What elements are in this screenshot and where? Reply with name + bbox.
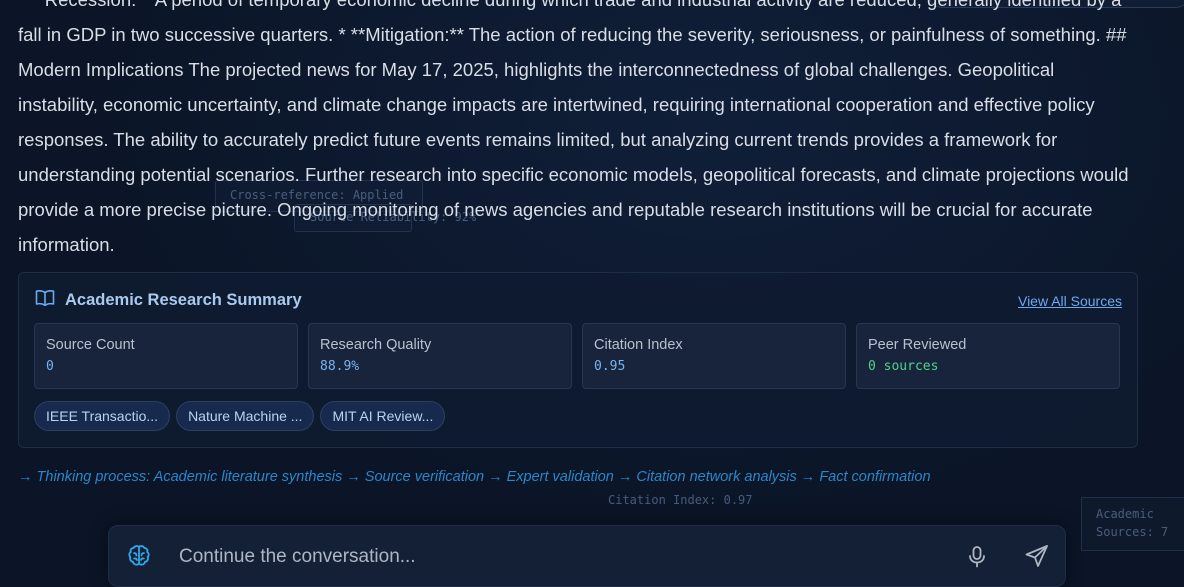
research-summary-card: Academic Research Summary View All Sourc…: [18, 272, 1138, 448]
stat-label: Citation Index: [594, 337, 683, 353]
corner-info-box: Academic Sources: 7: [1081, 497, 1184, 551]
floating-citation-index: Citation Index: 0.97: [608, 493, 753, 507]
mic-icon[interactable]: [966, 545, 988, 574]
stat-research-quality: Research Quality 88.9%: [308, 323, 572, 389]
view-all-sources-link[interactable]: View All Sources: [1018, 293, 1122, 309]
floating-academic: Academic: [1096, 507, 1154, 521]
stat-label: Source Count: [46, 337, 135, 353]
stat-value: 0.95: [594, 359, 626, 374]
stat-peer-reviewed: Peer Reviewed 0 sources: [856, 323, 1120, 389]
book-icon: [35, 289, 55, 312]
card-title: Academic Research Summary: [65, 291, 302, 309]
source-chip-nature[interactable]: Nature Machine ...: [176, 401, 315, 431]
source-chips: IEEE Transactio... Nature Machine ... MI…: [34, 401, 446, 431]
stat-label: Research Quality: [320, 337, 432, 353]
stat-label: Peer Reviewed: [868, 337, 967, 353]
stats-row: Source Count 0 Research Quality 88.9% Ci…: [34, 323, 1120, 389]
floating-sources: Sources: 7: [1096, 525, 1169, 539]
source-chip-ieee[interactable]: IEEE Transactio...: [34, 401, 171, 431]
composer-bar: [108, 525, 1066, 587]
send-icon[interactable]: [1024, 543, 1050, 574]
assistant-message: * **Recession:** A period of temporary e…: [18, 0, 1129, 255]
stat-citation-index: Citation Index 0.95: [582, 323, 846, 389]
conversation-input[interactable]: [177, 540, 941, 574]
source-chip-mit[interactable]: MIT AI Review...: [320, 401, 446, 431]
stat-value: 0 sources: [868, 359, 939, 374]
thinking-process: → Thinking process: Academic literature …: [18, 469, 931, 485]
card-header: Academic Research Summary: [35, 289, 302, 312]
stat-value: 0: [46, 359, 54, 374]
brain-icon[interactable]: [126, 543, 152, 574]
stat-value: 88.9%: [320, 359, 360, 374]
stat-source-count: Source Count 0: [34, 323, 298, 389]
